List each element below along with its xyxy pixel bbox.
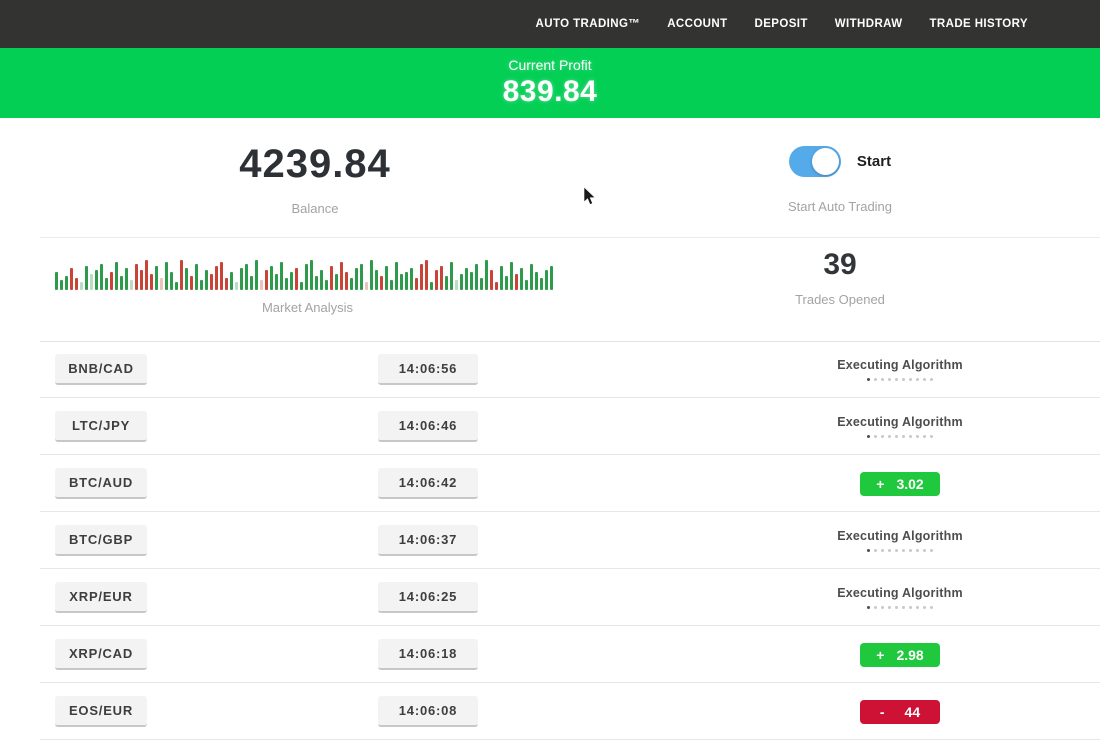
current-profit-banner: Current Profit 839.84 bbox=[0, 48, 1100, 118]
trade-row: EOS/EUR 14:06:08 - 44 bbox=[40, 683, 1100, 740]
trade-time: 14:06:25 bbox=[378, 582, 478, 613]
nav-deposit[interactable]: DEPOSIT bbox=[755, 18, 808, 30]
pair-label: XRP/CAD bbox=[55, 639, 147, 670]
current-profit-value: 839.84 bbox=[503, 75, 598, 109]
market-analysis-label: Market Analysis bbox=[55, 300, 560, 315]
executing-status: Executing Algorithm bbox=[837, 529, 963, 552]
trades-list: BNB/CAD 14:06:56 Executing Algorithm LTC… bbox=[0, 341, 1100, 740]
pair-label: LTC/JPY bbox=[55, 411, 147, 442]
trade-time: 14:06:08 bbox=[378, 696, 478, 727]
trades-opened-block: 39 Trades Opened bbox=[735, 248, 945, 307]
progress-dots-icon bbox=[837, 606, 963, 609]
top-navbar: AUTO TRADING™ ACCOUNT DEPOSIT WITHDRAW T… bbox=[0, 0, 1100, 48]
trade-status: Executing Algorithm bbox=[820, 512, 980, 569]
trade-status: Executing Algorithm bbox=[820, 569, 980, 626]
balance-value: 4239.84 bbox=[150, 142, 480, 187]
trade-row: LTC/JPY 14:06:46 Executing Algorithm bbox=[40, 398, 1100, 455]
stats-section: 4239.84 Balance Start Start Auto Trading… bbox=[0, 118, 1100, 341]
trade-row: BTC/AUD 14:06:42 + 3.02 bbox=[40, 455, 1100, 512]
trade-row: XRP/CAD 14:06:18 + 2.98 bbox=[40, 626, 1100, 683]
nav-withdraw[interactable]: WITHDRAW bbox=[835, 18, 903, 30]
toggle-label: Start bbox=[857, 153, 891, 170]
nav-trade-history[interactable]: TRADE HISTORY bbox=[930, 18, 1029, 30]
trade-row: BTC/GBP 14:06:37 Executing Algorithm bbox=[40, 512, 1100, 569]
nav-account[interactable]: ACCOUNT bbox=[667, 18, 727, 30]
pair-label: XRP/EUR bbox=[55, 582, 147, 613]
auto-trading-label: Start Auto Trading bbox=[735, 199, 945, 214]
pair-label: BNB/CAD bbox=[55, 354, 147, 385]
result-sign: + bbox=[876, 476, 884, 492]
trade-status: Executing Algorithm bbox=[820, 341, 980, 398]
executing-label: Executing Algorithm bbox=[837, 586, 963, 600]
executing-status: Executing Algorithm bbox=[837, 415, 963, 438]
auto-trading-block: Start Start Auto Trading bbox=[735, 146, 945, 214]
trade-time: 14:06:18 bbox=[378, 639, 478, 670]
trades-opened-value: 39 bbox=[735, 248, 945, 282]
result-amount: 2.98 bbox=[896, 647, 923, 663]
executing-label: Executing Algorithm bbox=[837, 358, 963, 372]
result-amount: 3.02 bbox=[896, 476, 923, 492]
executing-label: Executing Algorithm bbox=[837, 415, 963, 429]
result-badge: + 2.98 bbox=[860, 643, 940, 667]
market-analysis-block: Market Analysis bbox=[55, 256, 560, 315]
trade-status: - 44 bbox=[820, 683, 980, 740]
toggle-knob-icon bbox=[812, 148, 839, 175]
market-analysis-chart bbox=[55, 256, 560, 290]
trade-status: + 2.98 bbox=[820, 626, 980, 683]
executing-status: Executing Algorithm bbox=[837, 586, 963, 609]
trade-time: 14:06:37 bbox=[378, 525, 478, 556]
trades-opened-label: Trades Opened bbox=[735, 292, 945, 307]
result-sign: + bbox=[876, 647, 884, 663]
trade-time: 14:06:42 bbox=[378, 468, 478, 499]
balance-block: 4239.84 Balance bbox=[150, 142, 480, 216]
divider bbox=[40, 237, 1100, 238]
progress-dots-icon bbox=[837, 435, 963, 438]
result-sign: - bbox=[880, 704, 885, 720]
balance-label: Balance bbox=[150, 201, 480, 216]
pair-label: BTC/GBP bbox=[55, 525, 147, 556]
executing-label: Executing Algorithm bbox=[837, 529, 963, 543]
nav-auto-trading[interactable]: AUTO TRADING™ bbox=[536, 18, 641, 30]
auto-trading-toggle[interactable] bbox=[789, 146, 841, 177]
executing-status: Executing Algorithm bbox=[837, 358, 963, 381]
trade-time: 14:06:56 bbox=[378, 354, 478, 385]
trade-status: Executing Algorithm bbox=[820, 398, 980, 455]
pair-label: BTC/AUD bbox=[55, 468, 147, 499]
current-profit-label: Current Profit bbox=[508, 57, 591, 73]
result-amount: 44 bbox=[905, 704, 921, 720]
pair-label: EOS/EUR bbox=[55, 696, 147, 727]
trade-row: BNB/CAD 14:06:56 Executing Algorithm bbox=[40, 341, 1100, 398]
page: AUTO TRADING™ ACCOUNT DEPOSIT WITHDRAW T… bbox=[0, 0, 1100, 742]
result-badge: + 3.02 bbox=[860, 472, 940, 496]
trade-time: 14:06:46 bbox=[378, 411, 478, 442]
trade-row: XRP/EUR 14:06:25 Executing Algorithm bbox=[40, 569, 1100, 626]
progress-dots-icon bbox=[837, 378, 963, 381]
trade-status: + 3.02 bbox=[820, 455, 980, 512]
progress-dots-icon bbox=[837, 549, 963, 552]
result-badge: - 44 bbox=[860, 700, 940, 724]
